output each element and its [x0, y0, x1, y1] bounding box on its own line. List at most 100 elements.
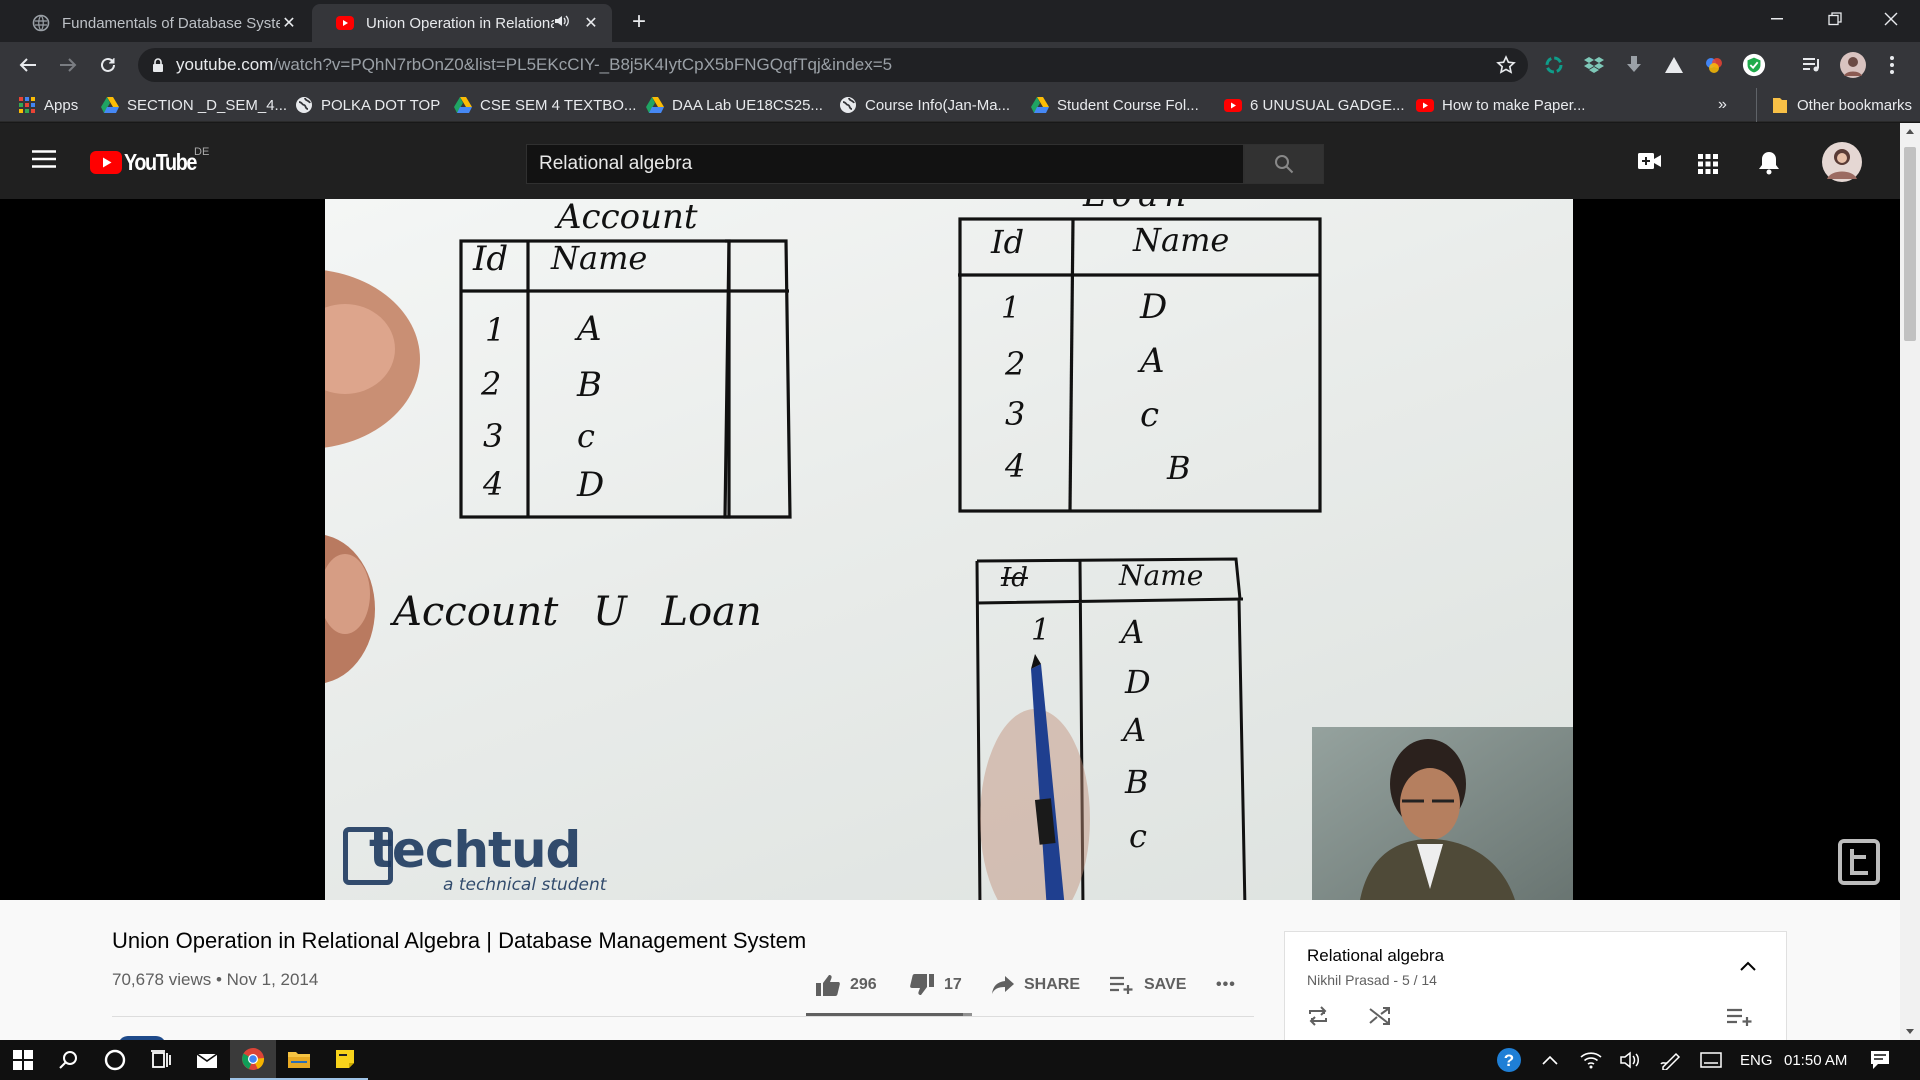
save-label: SAVE [1144, 976, 1187, 993]
input-language[interactable]: ENG [1740, 1040, 1773, 1080]
bookmark-student-course[interactable]: Student Course Fol... [1031, 88, 1199, 122]
close-icon[interactable]: ✕ [280, 13, 298, 33]
color-extension-icon[interactable] [1702, 53, 1726, 77]
playlist-save-icon[interactable] [1727, 1008, 1753, 1031]
forward-button[interactable] [52, 49, 84, 81]
scroll-up-arrow-icon[interactable] [1906, 129, 1914, 134]
url-path: /watch?v=PQhN7rbOnZ0&list=PL5EKcCIY-_B8j… [273, 55, 893, 74]
result-name-3: A [1123, 711, 1147, 749]
youtube-icon [336, 14, 354, 32]
mail-icon[interactable] [184, 1040, 230, 1080]
bookmark-label: Student Course Fol... [1057, 96, 1199, 114]
chevron-up-icon[interactable] [1542, 1040, 1558, 1080]
touch-keyboard-icon[interactable] [1700, 1040, 1722, 1080]
apps-icon[interactable] [1698, 154, 1718, 179]
youtube-logo[interactable]: YouTube DE [90, 146, 209, 176]
pen-workspace-icon[interactable] [1660, 1040, 1682, 1080]
account-avatar[interactable] [1822, 142, 1862, 187]
task-view-icon[interactable] [138, 1040, 184, 1080]
dropbox-extension-icon[interactable] [1582, 53, 1606, 77]
result-header-name: Name [1119, 559, 1204, 592]
video-player[interactable]: Account Id Name 1 A 2 B 3 C 4 D Loan Id … [0, 199, 1900, 900]
loan-row-3-name: C [1140, 395, 1160, 435]
bookmark-daa-lab[interactable]: DAA Lab UE18CS25... [646, 88, 823, 122]
view-count: 70,678 views [112, 970, 212, 989]
media-control-icon[interactable] [1800, 53, 1824, 77]
folder-icon [1771, 96, 1789, 114]
account-row-4-id: 4 [483, 465, 504, 503]
profile-avatar[interactable] [1840, 52, 1866, 78]
share-button[interactable]: SHARE [992, 970, 1080, 1000]
download-icon[interactable] [1622, 53, 1646, 77]
close-icon[interactable]: ✕ [582, 13, 600, 33]
lock-icon [152, 57, 164, 73]
scroll-down-arrow-icon[interactable] [1906, 1029, 1914, 1034]
windows-start-icon[interactable] [0, 1040, 46, 1080]
scrollbar-thumb[interactable] [1904, 147, 1916, 341]
bookmark-cse-sem-4[interactable]: CSE SEM 4 TEXTBO... [454, 88, 636, 122]
bookmark-course-info[interactable]: Course Info(Jan-Ma... [839, 88, 1010, 122]
collapse-chevron-up-icon[interactable] [1740, 958, 1756, 976]
loan-header-name: Name [1133, 221, 1230, 259]
bookmark-label: 6 UNUSUAL GADGE... [1250, 96, 1405, 114]
star-icon[interactable] [1496, 55, 1516, 75]
chrome-taskbar-icon[interactable] [230, 1040, 276, 1080]
bookmark-how-to-make-paper[interactable]: How to make Paper... [1416, 88, 1585, 122]
sticky-notes-icon[interactable] [322, 1040, 368, 1080]
channel-branding-icon[interactable] [1838, 839, 1880, 885]
search-input[interactable]: Relational algebra [526, 144, 1244, 184]
volume-icon[interactable] [1620, 1040, 1642, 1080]
result-id-1: 1 [1031, 613, 1051, 648]
more-bookmarks-chevron[interactable]: » [1718, 88, 1727, 122]
speaker-icon[interactable] [554, 14, 572, 32]
back-button[interactable] [12, 49, 44, 81]
playlist-author[interactable]: Nikhil Prasad [1307, 972, 1389, 988]
new-tab-button[interactable]: + [624, 8, 654, 38]
address-bar[interactable]: youtube.com/watch?v=PQhN7rbOnZ0&list=PL5… [138, 48, 1528, 82]
minimize-button[interactable] [1748, 0, 1806, 38]
shuffle-icon[interactable] [1369, 1006, 1391, 1031]
restore-button[interactable] [1806, 0, 1864, 38]
globe-icon [32, 14, 50, 32]
youtube-icon [1416, 96, 1434, 114]
notifications-bell-icon[interactable] [1758, 151, 1780, 180]
action-center-icon[interactable] [1870, 1040, 1890, 1080]
youtube-play-logo-icon [90, 151, 122, 174]
bookmark-apps[interactable]: Apps [18, 88, 78, 122]
search-icon[interactable] [46, 1040, 92, 1080]
file-explorer-icon[interactable] [276, 1040, 322, 1080]
tab-union-operation[interactable]: Union Operation in Relationa ✕ [312, 4, 612, 42]
close-window-button[interactable] [1862, 0, 1920, 38]
bookmark-label: Apps [44, 96, 79, 114]
tab-fundamentals[interactable]: Fundamentals of Database Syste ✕ [8, 4, 310, 42]
other-bookmarks[interactable]: Other bookmarks [1756, 88, 1912, 122]
page-scrollbar[interactable] [1900, 123, 1920, 1040]
wifi-icon[interactable] [1580, 1040, 1602, 1080]
loan-row-2-id: 2 [1005, 345, 1026, 383]
chrome-menu-icon[interactable] [1880, 53, 1904, 77]
more-actions-button[interactable]: ••• [1216, 970, 1236, 1000]
account-row-1-name: A [577, 309, 602, 349]
save-button[interactable]: SAVE [1110, 970, 1186, 1000]
triangle-extension-icon[interactable] [1662, 53, 1686, 77]
create-video-icon[interactable] [1638, 152, 1662, 175]
shield-extension-icon[interactable] [1742, 53, 1766, 77]
video-meta: 70,678 views • Nov 1, 2014 [112, 970, 318, 990]
search-button[interactable] [1244, 144, 1324, 184]
playlist-title[interactable]: Relational algebra [1307, 946, 1444, 966]
system-clock[interactable]: 01:50 AM [1784, 1040, 1847, 1080]
playlist-subtitle: Nikhil Prasad - 5 / 14 [1307, 972, 1437, 988]
bookmark-polka-dot-top[interactable]: POLKA DOT TOP [295, 88, 440, 122]
bookmark-section-d[interactable]: SECTION _D_SEM_4... [101, 88, 287, 122]
help-icon[interactable]: ? [1496, 1040, 1522, 1080]
loop-icon[interactable] [1307, 1006, 1329, 1031]
bookmark-label: Course Info(Jan-Ma... [865, 96, 1011, 114]
hamburger-menu-icon[interactable] [32, 150, 56, 173]
reload-button[interactable] [92, 49, 124, 81]
share-icon [992, 976, 1014, 994]
recycle-extension-icon[interactable] [1542, 53, 1566, 77]
dislike-button[interactable]: 17 [910, 970, 962, 1000]
cortana-icon[interactable] [92, 1040, 138, 1080]
bookmark-unusual-gadgets[interactable]: 6 UNUSUAL GADGE... [1224, 88, 1404, 122]
like-button[interactable]: 296 [816, 970, 877, 1000]
